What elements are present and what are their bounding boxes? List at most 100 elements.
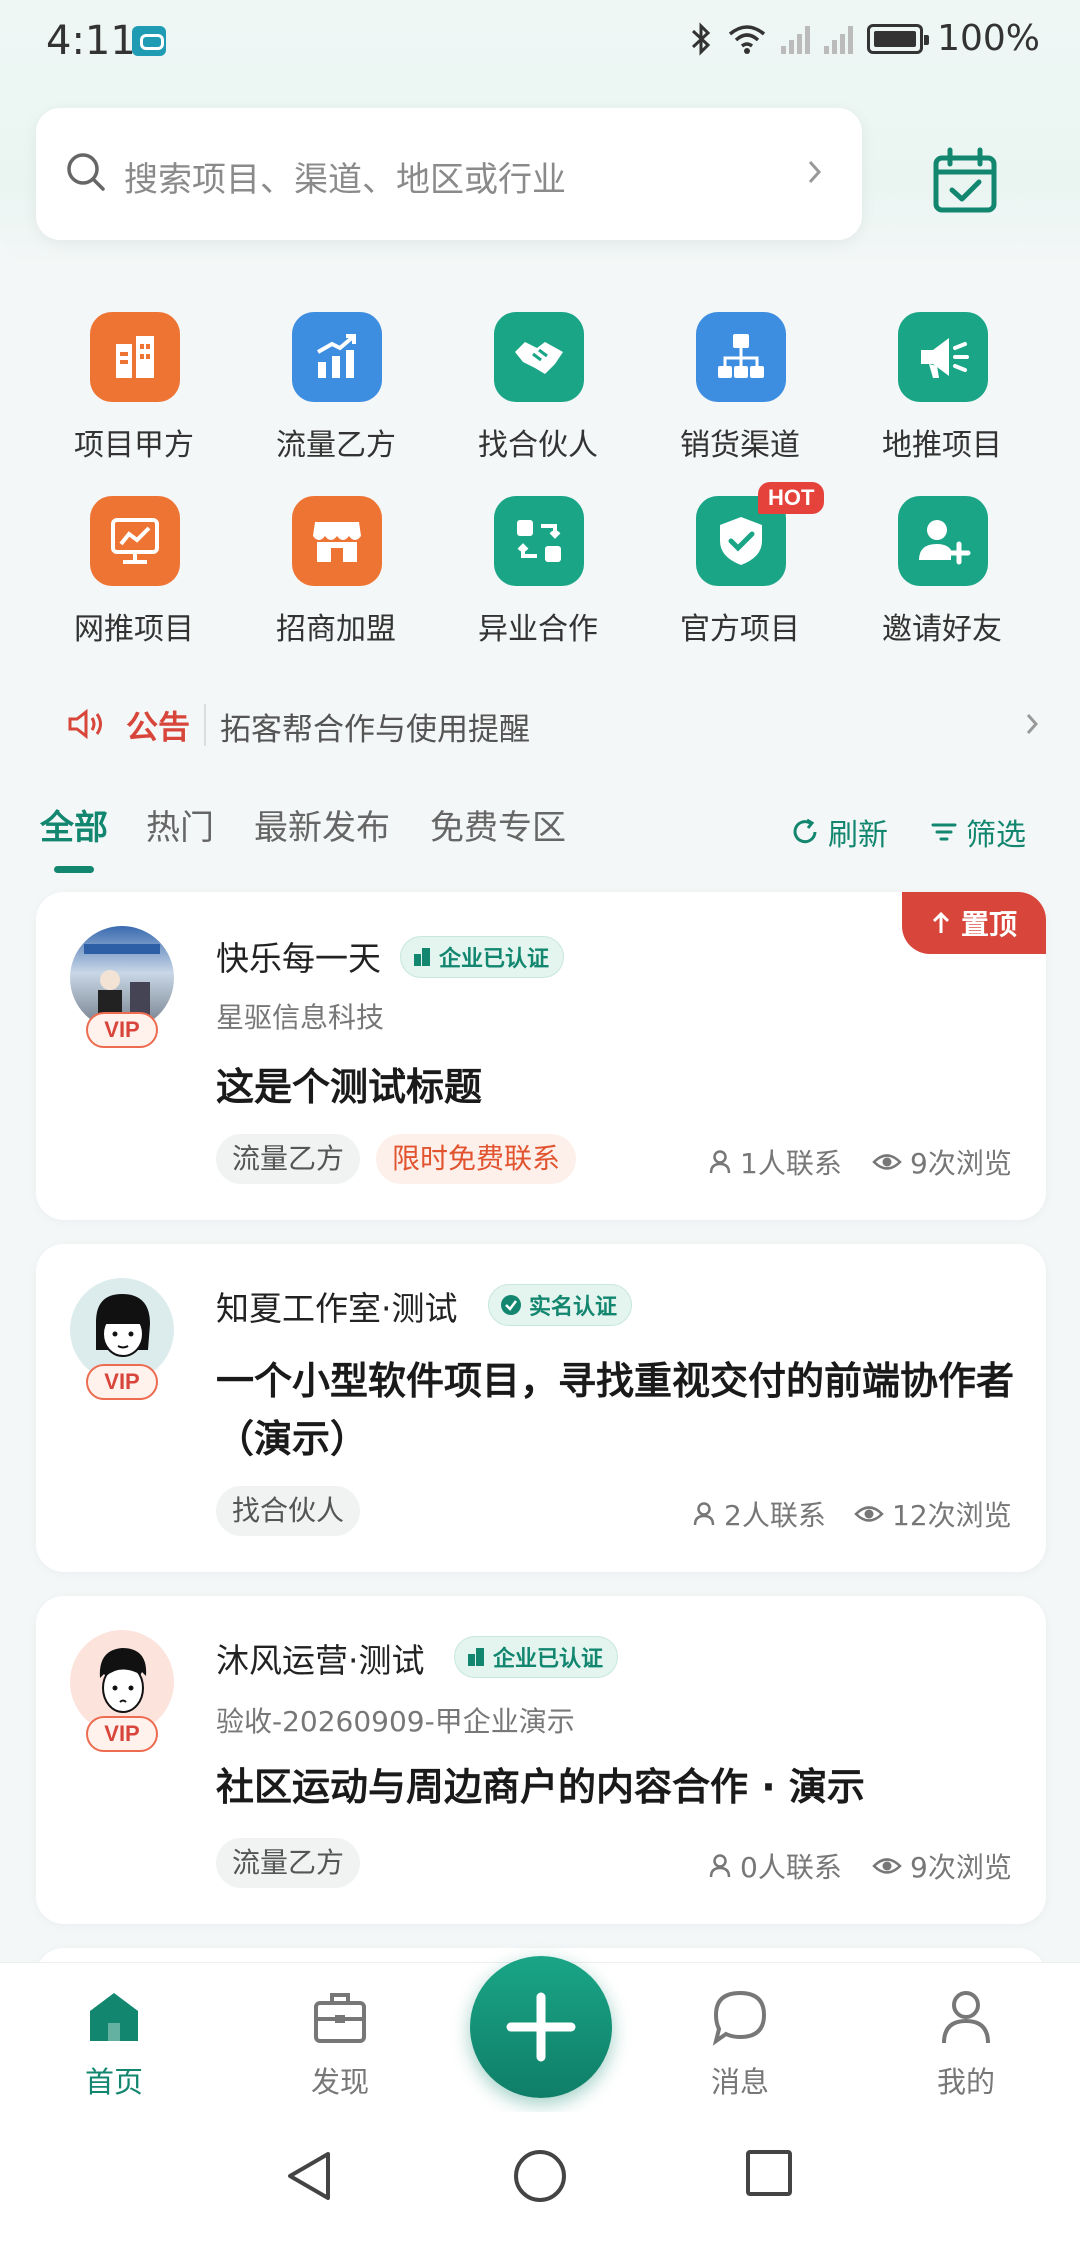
tab-free[interactable]: 免费专区: [430, 800, 566, 849]
plus-icon: [506, 1992, 576, 2062]
grid-item-online-promotion[interactable]: 网推项目: [34, 496, 234, 666]
contacts-stat: 2人联系: [692, 1494, 826, 1534]
grid-label: 网推项目: [74, 612, 194, 647]
tab-hot[interactable]: 热门: [146, 800, 214, 849]
nav-label: 发现: [310, 2065, 369, 2099]
project-title: 社区运动与周边商户的内容合作 · 演示: [216, 1765, 865, 1809]
chevron-right-icon: [808, 160, 822, 184]
eye-icon: [872, 1154, 902, 1170]
project-card[interactable]: VIP 知夏工作室·测试 实名认证 一个小型软件项目，寻找重视交付的前端协作者（…: [36, 1244, 1046, 1572]
building-icon: [468, 1648, 484, 1666]
screen-chart-icon: [90, 496, 180, 586]
store-icon: [292, 496, 382, 586]
company-name: 星驱信息科技: [216, 1001, 385, 1034]
nav-messages[interactable]: 消息: [670, 1987, 810, 2101]
search-icon: [67, 153, 105, 191]
grid-item-cross-industry[interactable]: 异业合作: [438, 496, 638, 666]
tab-latest[interactable]: 最新发布: [254, 800, 390, 849]
verified-badge: 企业已认证: [400, 936, 565, 978]
home-icon: [90, 1993, 138, 2041]
grid-label: 邀请好友: [882, 612, 1002, 647]
project-card[interactable]: VIP 快乐每一天 企业已认证 星驱信息科技 这是个测试标题 流量乙方 限时免费…: [36, 892, 1046, 1220]
nav-label: 消息: [710, 2065, 769, 2099]
search-bar[interactable]: 搜索项目、渠道、地区或行业: [36, 108, 862, 240]
org-chart-icon: [696, 312, 786, 402]
arrow-up-icon: [932, 911, 950, 933]
home-circle-icon[interactable]: [512, 2148, 568, 2204]
status-bar: 4:11 100%: [0, 0, 1080, 86]
app-notification-icon: [132, 26, 166, 56]
grid-item-official-project[interactable]: HOT 官方项目: [640, 482, 840, 666]
company-name: 验收-20260909-甲企业演示: [216, 1705, 575, 1738]
filter-label: 筛选: [966, 818, 1026, 853]
speaker-icon: [68, 708, 102, 740]
grid-item-invite-friends[interactable]: 邀请好友: [842, 496, 1042, 666]
grid-label: 地推项目: [882, 428, 1002, 463]
views-stat: 9次浏览: [872, 1142, 1012, 1182]
publisher-name: 快乐每一天: [216, 939, 381, 978]
grid-item-sales-channel[interactable]: 销货渠道: [640, 312, 840, 482]
eye-icon: [872, 1858, 902, 1874]
grid-item-franchise[interactable]: 招商加盟: [236, 496, 436, 666]
grid-item-ground-promotion[interactable]: 地推项目: [842, 312, 1042, 482]
filter-button[interactable]: 筛选: [930, 810, 1026, 854]
nav-discover[interactable]: 发现: [270, 1987, 410, 2101]
recents-icon[interactable]: [744, 2148, 794, 2198]
building-icon: [414, 948, 430, 966]
verified-badge: 企业已认证: [454, 1636, 619, 1678]
chat-icon: [712, 1990, 767, 2046]
project-title: 一个小型软件项目，寻找重视交付的前端协作者（演示）: [216, 1359, 1015, 1461]
divider: [204, 704, 206, 746]
building-icon: [90, 312, 180, 402]
signal-icon-2: [824, 24, 854, 54]
search-placeholder: 搜索项目、渠道、地区或行业: [124, 160, 566, 200]
wifi-icon: [728, 24, 766, 54]
status-time: 4:11: [46, 18, 136, 64]
grid-label: 招商加盟: [276, 612, 396, 647]
grid-label: 找合伙人: [478, 428, 598, 463]
hot-badge: HOT: [758, 482, 825, 514]
views-stat: 12次浏览: [854, 1494, 1012, 1534]
battery-text: 100%: [937, 18, 1040, 59]
eye-icon: [854, 1506, 884, 1522]
contacts-stat: 1人联系: [708, 1142, 842, 1182]
handshake-icon: [494, 312, 584, 402]
announcement-text: 拓客帮合作与使用提醒: [220, 712, 530, 748]
exchange-icon: [494, 496, 584, 586]
nav-profile[interactable]: 我的: [896, 1987, 1036, 2101]
megaphone-icon: [898, 312, 988, 402]
refresh-label: 刷新: [828, 818, 888, 853]
grid-label: 流量乙方: [276, 428, 396, 463]
announcement-tag: 公告: [126, 708, 191, 746]
vip-badge: VIP: [86, 1716, 158, 1752]
free-contact-chip: 限时免费联系: [376, 1134, 577, 1184]
nav-home[interactable]: 首页: [44, 1987, 184, 2101]
feed-tabs: 全部 热门 最新发布 免费专区 刷新 筛选: [40, 800, 1040, 880]
user-icon: [709, 1150, 731, 1174]
grid-item-traffic-provider[interactable]: 流量乙方: [236, 312, 436, 482]
tab-active-indicator: [54, 866, 94, 873]
user-icon: [942, 1991, 990, 2044]
bluetooth-icon: [692, 21, 711, 56]
refresh-icon: [793, 818, 817, 844]
announcement-bar[interactable]: 公告 拓客帮合作与使用提醒: [66, 700, 1039, 750]
category-chip: 流量乙方: [216, 1838, 361, 1888]
chevron-right-icon: [1026, 714, 1039, 734]
user-icon: [709, 1854, 731, 1878]
project-card[interactable]: VIP 沐风运营·测试 企业已认证 验收-20260909-甲企业演示 社区运动…: [36, 1596, 1046, 1924]
publish-button[interactable]: [470, 1956, 612, 2098]
back-icon[interactable]: [284, 2148, 334, 2204]
signal-icon: [781, 24, 811, 54]
vip-badge: VIP: [86, 1364, 158, 1400]
publisher-name: 沐风运营·测试: [216, 1641, 425, 1680]
refresh-button[interactable]: 刷新: [790, 810, 888, 854]
grid-item-find-partner[interactable]: 找合伙人: [438, 312, 638, 482]
pinned-badge: 置顶: [902, 892, 1046, 954]
grid-label: 项目甲方: [74, 428, 194, 463]
category-chip: 流量乙方: [216, 1134, 361, 1184]
briefcase-icon: [314, 1993, 366, 2043]
calendar-check-icon[interactable]: [930, 146, 1000, 216]
tab-all[interactable]: 全部: [40, 800, 108, 849]
grid-label: 官方项目: [680, 612, 800, 647]
grid-item-project-owner[interactable]: 项目甲方: [34, 312, 234, 482]
